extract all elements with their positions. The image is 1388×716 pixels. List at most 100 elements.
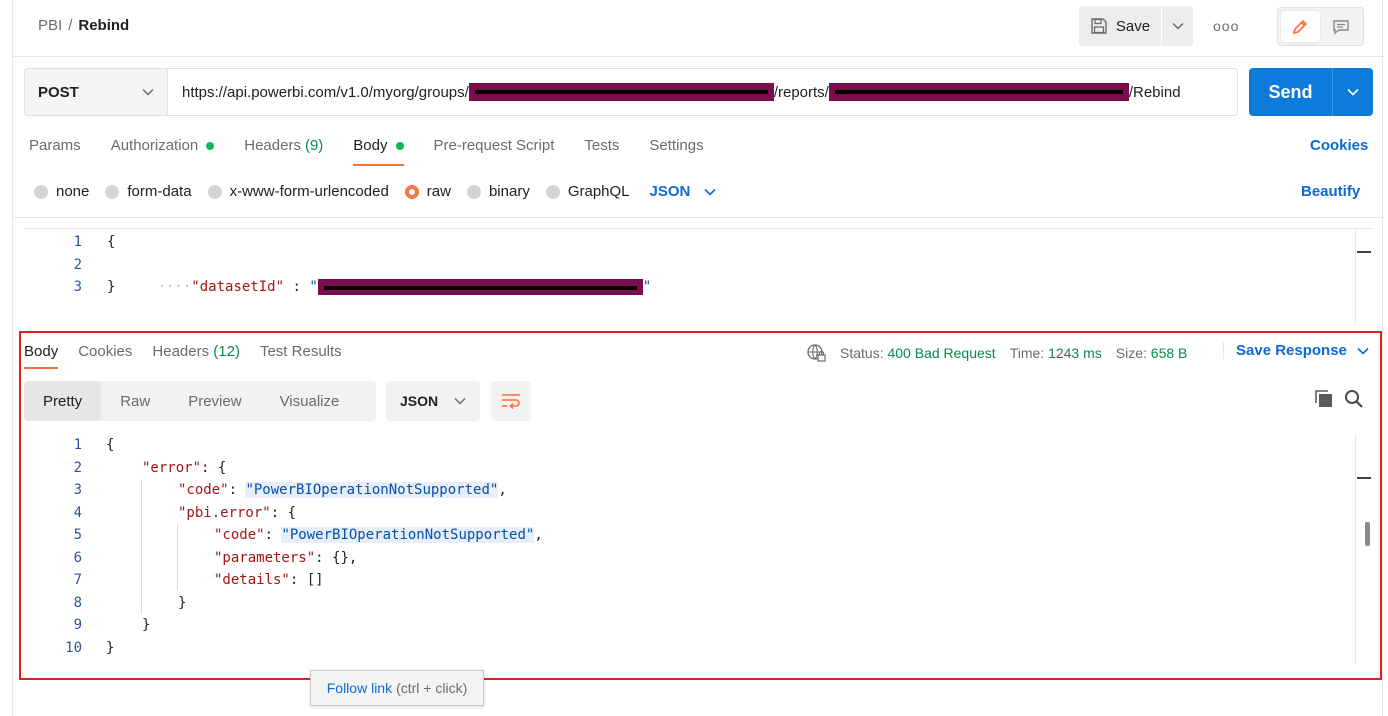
- response-tab-test-results[interactable]: Test Results: [260, 343, 342, 369]
- cookies-link[interactable]: Cookies: [1310, 137, 1368, 154]
- tab-label: Authorization: [110, 137, 199, 154]
- status[interactable]: Status: 400 Bad Request: [840, 345, 996, 361]
- code-line: "pbi.error": {: [178, 502, 296, 525]
- json-key: "code": [214, 527, 265, 543]
- radio-label: x-www-form-urlencoded: [229, 183, 389, 200]
- body-format-label: JSON: [649, 183, 691, 200]
- globe-lock-icon[interactable]: [806, 343, 826, 363]
- url-prefix: https://api.powerbi.com/v1.0/myorg/group…: [182, 83, 469, 101]
- code-line: }: [142, 617, 151, 633]
- line-number: 9: [73, 617, 82, 633]
- view-tab-preview[interactable]: Preview: [169, 381, 260, 421]
- status-dot: [206, 141, 215, 150]
- code-line: }: [178, 594, 187, 611]
- json-key: "pbi.error": [178, 504, 271, 521]
- more-options-button[interactable]: ooo: [1213, 18, 1239, 34]
- view-mode-toggle: [1277, 7, 1364, 46]
- radio-graphql[interactable]: GraphQL: [545, 183, 630, 200]
- breadcrumb-collection[interactable]: PBI: [38, 17, 62, 34]
- line-number: 6: [73, 549, 82, 566]
- tab-body[interactable]: Body: [353, 137, 404, 166]
- method-label: POST: [38, 83, 79, 101]
- redacted-dataset-id: [317, 279, 643, 295]
- follow-link-tooltip: Follow link (ctrl + click): [310, 670, 484, 706]
- json-punctuation: : {: [270, 504, 297, 521]
- code-line: }: [107, 279, 116, 295]
- radio-circle: [34, 184, 48, 199]
- chevron-down-icon: [1347, 88, 1359, 96]
- redacted-group-id: [468, 83, 774, 101]
- radio-circle: [466, 184, 481, 199]
- response-tab-headers[interactable]: Headers (12): [152, 343, 240, 369]
- line-number: 1: [73, 437, 82, 453]
- url-suffix: /Rebind: [1128, 83, 1181, 101]
- view-tab-pretty[interactable]: Pretty: [24, 381, 102, 421]
- radio-raw[interactable]: raw: [404, 183, 451, 200]
- request-editor-scrollbar[interactable]: [1355, 229, 1371, 324]
- tab-settings[interactable]: Settings: [649, 137, 703, 166]
- save-button[interactable]: Save: [1079, 6, 1162, 46]
- beautify-button[interactable]: Beautify: [1301, 183, 1360, 200]
- tab-label: Headers: [152, 343, 210, 360]
- response-tab-body[interactable]: Body: [24, 343, 59, 369]
- radio-circle: [545, 184, 560, 199]
- url-input[interactable]: https://api.powerbi.com/v1.0/myorg/group…: [168, 68, 1238, 116]
- breadcrumb-request-name[interactable]: Rebind: [78, 17, 129, 34]
- body-format-select[interactable]: JSON: [650, 183, 717, 200]
- method-select[interactable]: POST: [24, 68, 168, 116]
- code-line: "code": "PowerBIOperationNotSupported",: [214, 524, 543, 547]
- response-time[interactable]: Time: 1243 ms: [1010, 345, 1102, 361]
- size-value: 658 B: [1150, 345, 1188, 361]
- scroll-marker: [1357, 477, 1371, 479]
- json-key: "details": [214, 572, 290, 588]
- request-tabs: Params Authorization Headers (9) Body Pre…: [29, 137, 704, 166]
- wrap-lines-button[interactable]: [491, 381, 531, 421]
- send-button[interactable]: Send: [1249, 68, 1333, 116]
- tab-pre-request-script[interactable]: Pre-request Script: [434, 137, 555, 166]
- tab-params[interactable]: Params: [29, 137, 81, 166]
- tooltip-hint-text: (ctrl + click): [396, 680, 468, 696]
- redacted-report-id: [828, 83, 1129, 101]
- json-punctuation: : {},: [315, 549, 358, 566]
- save-options-button[interactable]: [1162, 6, 1193, 46]
- chevron-down-icon: [454, 397, 466, 405]
- view-tab-raw[interactable]: Raw: [101, 381, 169, 421]
- send-options-button[interactable]: [1333, 68, 1373, 116]
- search-response-button[interactable]: [1344, 389, 1364, 414]
- time-label: Time:: [1009, 345, 1045, 361]
- response-format-select[interactable]: JSON: [386, 381, 480, 421]
- scrollbar-thumb[interactable]: [1365, 522, 1370, 546]
- tab-count: (12): [213, 343, 240, 360]
- radio-binary[interactable]: binary: [466, 183, 530, 200]
- section-divider: [13, 217, 1384, 218]
- radio-form-data[interactable]: form-data: [105, 183, 192, 200]
- copy-response-button[interactable]: [1314, 389, 1334, 414]
- radio-none[interactable]: none: [34, 183, 89, 200]
- comments-mode-button[interactable]: [1322, 11, 1361, 42]
- response-body-viewer[interactable]: 1 2 3 4 5 6 7 8 9 10 { "error": { "code"…: [24, 434, 1374, 664]
- response-editor-scrollbar[interactable]: [1355, 434, 1371, 664]
- edit-mode-button[interactable]: [1281, 11, 1320, 42]
- request-body-editor[interactable]: 1 2 3 { ····"datasetId" : " " }: [24, 228, 1374, 324]
- save-label: Save: [1115, 17, 1151, 35]
- tab-label: Pre-request Script: [433, 137, 555, 154]
- breadcrumb: PBI / Rebind: [38, 17, 129, 34]
- response-size[interactable]: Size: 658 B: [1116, 345, 1188, 361]
- save-icon: [1091, 18, 1107, 34]
- tab-label: Params: [29, 137, 81, 154]
- tab-label: Tests: [584, 137, 620, 154]
- code-line: "parameters": {},: [214, 547, 357, 570]
- tab-count: (9): [304, 137, 324, 154]
- json-colon: :: [284, 279, 310, 295]
- scroll-marker: [1357, 251, 1371, 253]
- tab-headers[interactable]: Headers (9): [244, 137, 323, 166]
- header-divider: [13, 56, 1384, 57]
- view-tab-visualize[interactable]: Visualize: [261, 381, 359, 421]
- tab-authorization[interactable]: Authorization: [111, 137, 215, 166]
- save-response-button[interactable]: Save Response: [1223, 342, 1369, 359]
- radio-x-www-form-urlencoded[interactable]: x-www-form-urlencoded: [207, 183, 389, 200]
- response-tab-cookies[interactable]: Cookies: [78, 343, 132, 369]
- line-number: 2: [73, 256, 82, 273]
- json-string: "PowerBIOperationNotSupported": [281, 527, 535, 543]
- tab-tests[interactable]: Tests: [584, 137, 619, 166]
